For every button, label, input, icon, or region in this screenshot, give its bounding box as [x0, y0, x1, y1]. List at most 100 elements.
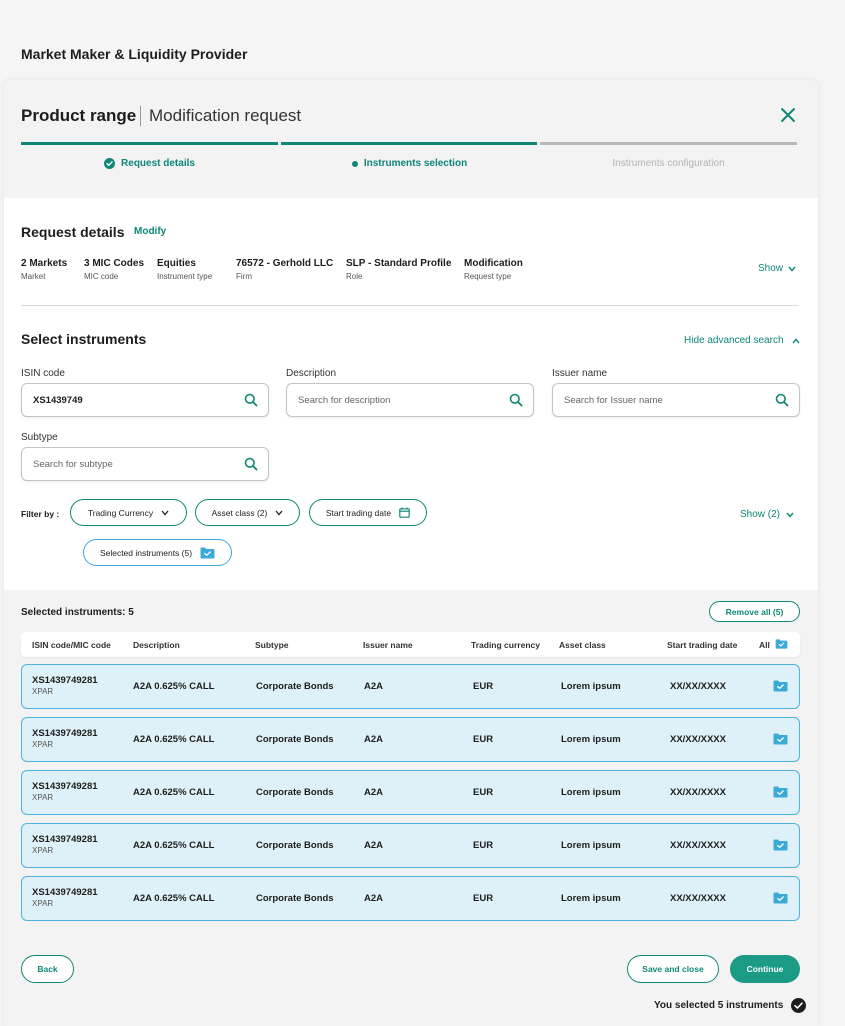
col-issuer[interactable]: Issuer name — [363, 640, 413, 650]
folder-check-icon[interactable] — [773, 733, 788, 745]
show-filters-link[interactable]: Show (2) — [740, 509, 794, 520]
calendar-icon — [399, 507, 410, 518]
save-and-close-button[interactable]: Save and close — [627, 955, 719, 983]
info-mic-code: 3 MIC Codes MIC code — [84, 258, 145, 281]
back-button[interactable]: Back — [21, 955, 74, 983]
row-start-date: XX/XX/XXXX — [670, 787, 726, 798]
folder-check-icon[interactable] — [773, 786, 788, 798]
row-start-date: XX/XX/XXXX — [670, 734, 726, 745]
col-start-date[interactable]: Start trading date — [667, 640, 737, 650]
table-row[interactable]: XS1439749281 XPAR A2A 0.625% CALL Corpor… — [21, 717, 800, 762]
description-input[interactable]: Search for description — [286, 383, 534, 417]
modal-footer: Back Save and close Continue You selecte… — [4, 936, 818, 1026]
col-isin[interactable]: ISIN code/MIC code — [32, 640, 111, 650]
row-isin: XS1439749281 — [32, 781, 98, 792]
row-asset-class: Lorem ipsum — [561, 734, 621, 745]
search-icon[interactable] — [244, 457, 258, 471]
row-currency: EUR — [473, 787, 494, 798]
row-isin: XS1439749281 — [32, 834, 98, 845]
remove-all-button[interactable]: Remove all (5) — [709, 601, 800, 622]
info-role: SLP - Standard Profile Role — [346, 258, 452, 281]
folder-check-icon[interactable] — [773, 680, 788, 692]
search-icon[interactable] — [509, 393, 523, 407]
row-description: A2A 0.625% CALL — [133, 840, 215, 851]
row-subtype: Corporate Bonds — [256, 734, 334, 745]
row-currency: EUR — [473, 840, 494, 851]
col-asset-class[interactable]: Asset class — [559, 640, 606, 650]
row-issuer: A2A — [364, 734, 384, 745]
row-description: A2A 0.625% CALL — [133, 734, 215, 745]
row-isin: XS1439749281 — [32, 675, 98, 686]
chevron-down-icon — [788, 266, 796, 272]
col-description[interactable]: Description — [133, 640, 180, 650]
folder-check-icon[interactable] — [775, 639, 788, 649]
hide-advanced-search-link[interactable]: Hide advanced search — [684, 335, 800, 346]
modal-subtitle: Modification request — [149, 106, 302, 125]
issuer-input[interactable]: Search for Issuer name — [552, 383, 800, 417]
subtype-label: Subtype — [21, 432, 58, 443]
col-currency[interactable]: Trading currency — [471, 640, 540, 650]
row-issuer: A2A — [364, 681, 384, 692]
table-row[interactable]: XS1439749281 XPAR A2A 0.625% CALL Corpor… — [21, 876, 800, 921]
continue-button[interactable]: Continue — [730, 955, 800, 983]
col-all[interactable]: All — [759, 640, 770, 650]
info-request-type: Modification Request type — [464, 258, 523, 281]
row-subtype: Corporate Bonds — [256, 681, 334, 692]
row-issuer: A2A — [364, 787, 384, 798]
row-currency: EUR — [473, 734, 494, 745]
step-label: Instruments configuration — [612, 158, 725, 169]
modify-link[interactable]: Modify — [134, 226, 166, 237]
check-circle-icon — [791, 998, 807, 1013]
description-label: Description — [286, 368, 337, 379]
table-row[interactable]: XS1439749281 XPAR A2A 0.625% CALL Corpor… — [21, 664, 800, 709]
filter-start-trading-date[interactable]: Start trading date — [309, 499, 427, 526]
issuer-label: Issuer name — [552, 368, 608, 379]
search-icon[interactable] — [244, 393, 258, 407]
subtype-placeholder: Search for subtype — [33, 459, 113, 470]
step-label: Instruments selection — [363, 158, 468, 169]
selected-instruments-section: Selected instruments: 5 Remove all (5) I… — [4, 590, 818, 936]
subtype-input[interactable]: Search for subtype — [21, 447, 269, 481]
show-details-link[interactable]: Show — [758, 263, 796, 274]
row-start-date: XX/XX/XXXX — [670, 840, 726, 851]
issuer-placeholder: Search for Issuer name — [564, 395, 663, 406]
table-row[interactable]: XS1439749281 XPAR A2A 0.625% CALL Corpor… — [21, 823, 800, 868]
chevron-down-icon — [275, 510, 283, 515]
row-start-date: XX/XX/XXXX — [670, 893, 726, 904]
app-title: Market Maker & Liquidity Provider — [21, 46, 248, 62]
row-subtype: Corporate Bonds — [256, 840, 334, 851]
folder-check-icon[interactable] — [773, 892, 788, 904]
info-instrument-type: Equities Instrument type — [157, 258, 213, 281]
row-mic: XPAR — [32, 793, 54, 802]
close-icon[interactable] — [778, 105, 798, 125]
description-placeholder: Search for description — [298, 395, 391, 406]
row-description: A2A 0.625% CALL — [133, 681, 215, 692]
selected-count-note: You selected 5 instruments — [654, 998, 807, 1013]
search-icon[interactable] — [775, 393, 789, 407]
col-subtype[interactable]: Subtype — [255, 640, 289, 650]
step-request-details[interactable]: Request details — [21, 158, 278, 169]
title-divider — [140, 106, 141, 126]
modal-title: Product range — [21, 106, 137, 125]
row-asset-class: Lorem ipsum — [561, 893, 621, 904]
step-bar-2 — [281, 142, 537, 145]
isin-value: XS1439749 — [33, 395, 83, 406]
filter-trading-currency[interactable]: Trading Currency — [70, 499, 187, 526]
filter-selected-instruments[interactable]: Selected instruments (5) — [83, 539, 232, 566]
row-start-date: XX/XX/XXXX — [670, 681, 726, 692]
step-instruments-selection[interactable]: Instruments selection — [281, 158, 538, 169]
folder-check-icon[interactable] — [773, 839, 788, 851]
filter-asset-class[interactable]: Asset class (2) — [195, 499, 300, 526]
table-row[interactable]: XS1439749281 XPAR A2A 0.625% CALL Corpor… — [21, 770, 800, 815]
selected-instruments-title: Selected instruments: 5 — [21, 607, 134, 618]
row-asset-class: Lorem ipsum — [561, 681, 621, 692]
step-instruments-configuration[interactable]: Instruments configuration — [540, 158, 797, 169]
row-description: A2A 0.625% CALL — [133, 893, 215, 904]
row-currency: EUR — [473, 681, 494, 692]
row-asset-class: Lorem ipsum — [561, 840, 621, 851]
isin-input[interactable]: XS1439749 — [21, 383, 269, 417]
section-divider — [21, 305, 799, 306]
chevron-down-icon — [161, 510, 169, 515]
row-mic: XPAR — [32, 687, 54, 696]
row-currency: EUR — [473, 893, 494, 904]
